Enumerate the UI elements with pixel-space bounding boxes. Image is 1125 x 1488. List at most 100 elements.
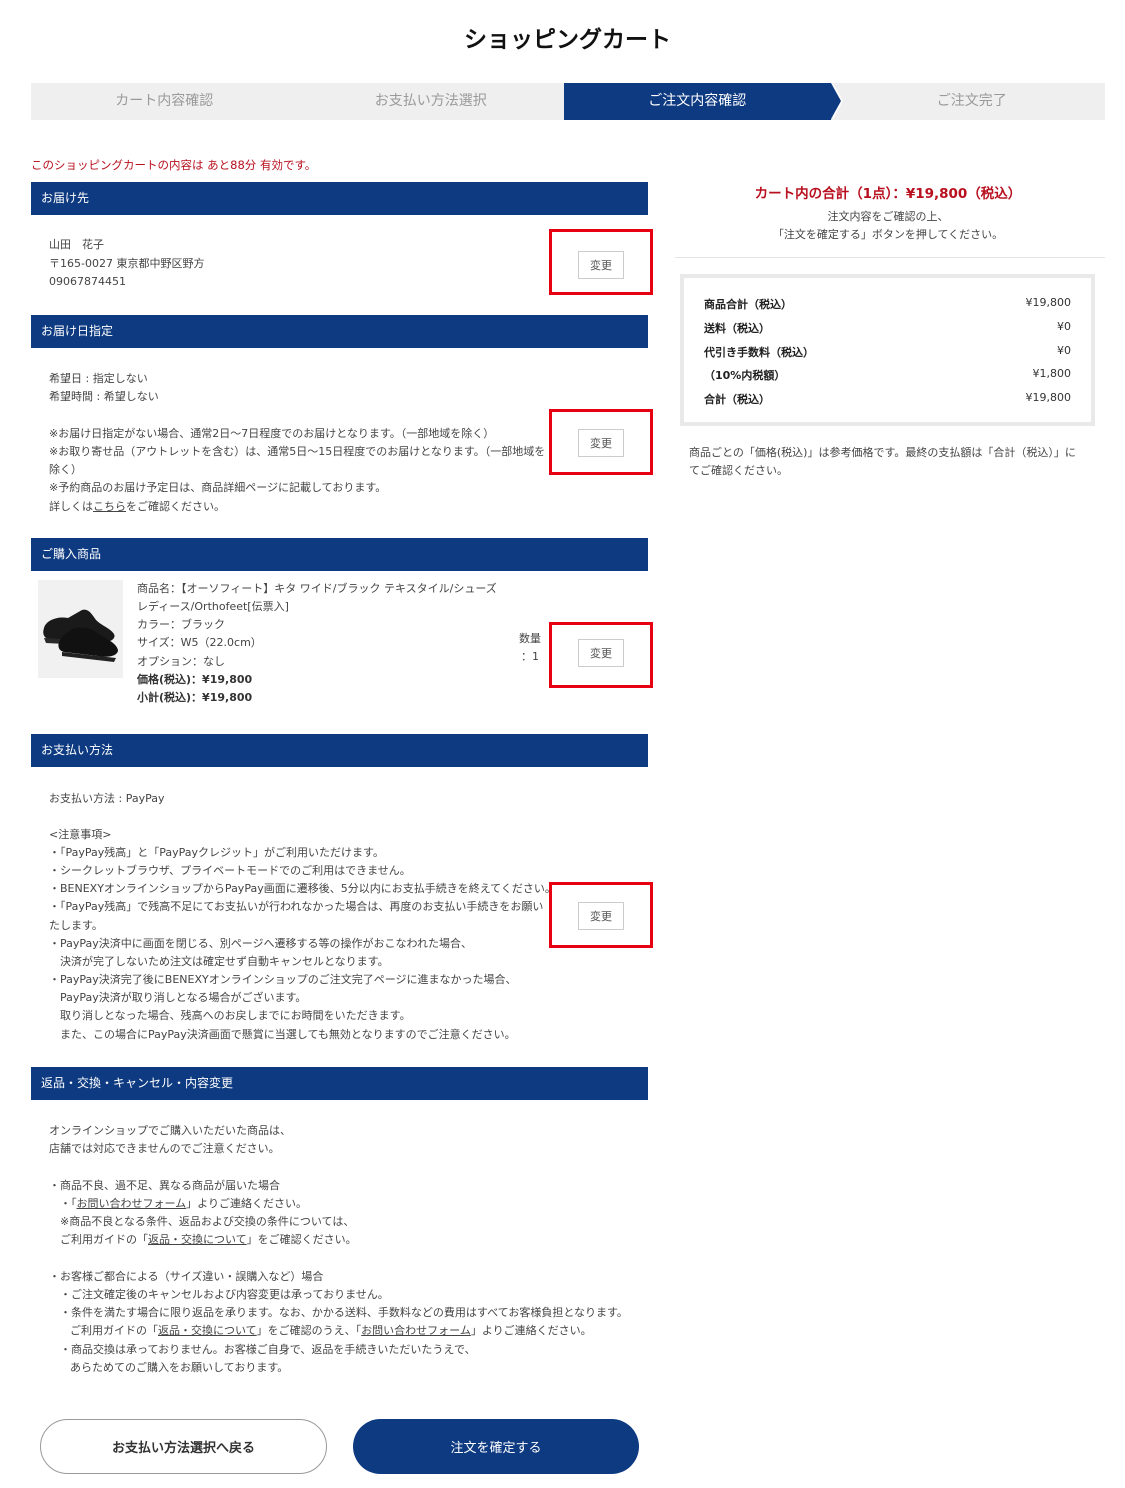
text: 」よりご連絡ください。: [186, 1197, 307, 1210]
shoe-image: [38, 580, 123, 678]
payment-notes-title: <注意事項>: [49, 828, 112, 841]
text: ご利用ガイドの「: [60, 1233, 148, 1246]
recipient-address: 〒165-0027 東京都中野区野方: [49, 257, 205, 270]
payment-note: 取り消しとなった場合、残高へのお戻しまでにお時間をいただきます。: [49, 1009, 411, 1022]
highlight-box: [549, 229, 653, 295]
payment-note: 決済が完了しないため注文は確定せず自動キャンセルとなります。: [49, 955, 389, 968]
payment-note: PayPay決済が取り消しとなる場合がございます。: [49, 991, 307, 1004]
back-to-payment-button[interactable]: お支払い方法選択へ戻る: [40, 1419, 327, 1474]
price-summary-box: 商品合計（税込） ¥19,800 送料（税込） ¥0 代引き手数料（税込） ¥0 （1…: [680, 274, 1095, 426]
delivery-note: ※お届け日指定がない場合、通常2日～7日程度でのお届けとなります。（一部地域を除…: [49, 427, 495, 440]
summary-label: 代引き手数料（税込）: [704, 346, 814, 359]
returns-guide-line: ご利用ガイドの「返品・交換について」をご確認のうえ、「お問い合わせフォーム」より…: [70, 1322, 592, 1340]
product-size: サイズ：W5（22.0cm）: [137, 636, 262, 649]
returns-text: ・ご注文確定後のキャンセルおよび内容変更は承っておりません。: [60, 1288, 389, 1301]
payment-note: ・「PayPay残高」で残高不足にてお支払いが行われなかった場合は、再度のお支払…: [49, 900, 544, 913]
returns-text: ・商品交換は承っておりません。お客様ご自身で、返品を手続きいただいたうえで、: [60, 1343, 476, 1356]
summary-label: （10%内税額）: [704, 369, 786, 382]
cart-total: カート内の合計（1点）：¥19,800（税込）: [754, 186, 1022, 202]
payment-note: ・PayPay決済中に画面を閉じる、別ページへ遷移する等の操作がおこなわれた場合…: [49, 937, 473, 950]
summary-value: ¥19,800: [1025, 391, 1072, 404]
product-color: カラー：ブラック: [137, 618, 225, 631]
returns-text: ・商品不良、過不足、異なる商品が届いた場合: [49, 1179, 280, 1192]
contact-form-link[interactable]: お問い合わせフォーム: [361, 1324, 471, 1337]
summary-footnote: 商品ごとの「価格(税込)」は参考価格です。最終の支払額は「合計（税込）」に: [689, 446, 1076, 459]
highlight-box: [549, 409, 653, 475]
product-subtotal: 小計(税込)：¥19,800: [137, 691, 253, 704]
summary-note: 「注文を確定する」ボタンを押してください。: [772, 228, 1004, 241]
quantity-label: 数量: [519, 632, 541, 645]
detail-link[interactable]: こちら: [93, 500, 126, 513]
delivery-detail-line: 詳しくはこちらをご確認ください。: [49, 498, 225, 516]
summary-row: （10%内税額） ¥1,800: [704, 367, 1071, 383]
payment-method: お支払い方法 : PayPay: [49, 792, 165, 805]
step-order-confirm: ご注文内容確認: [564, 83, 842, 120]
text: 」をご確認のうえ、「: [256, 1324, 362, 1337]
summary-label: 合計（税込）: [704, 393, 770, 406]
contact-form-link[interactable]: お問い合わせフォーム: [77, 1197, 187, 1210]
summary-value: ¥19,800: [1025, 296, 1072, 309]
quantity-value: ：1: [521, 650, 539, 663]
divider: [675, 257, 1105, 258]
step-payment-select: お支払い方法選択: [374, 93, 487, 109]
product-price: 価格(税込)：¥19,800: [137, 673, 253, 686]
summary-row: 商品合計（税込） ¥19,800: [704, 296, 1071, 312]
recipient-name: 山田 花子: [49, 238, 104, 251]
step-cart-review: カート内容確認: [115, 93, 214, 109]
summary-label: 商品合計（税込）: [704, 298, 792, 311]
checkout-steps: カート内容確認 お支払い方法選択 ご注文内容確認 ご注文完了: [31, 83, 1105, 120]
text: 」をご確認ください。: [246, 1233, 357, 1246]
page-title: ショッピングカート: [464, 27, 671, 53]
returns-guide-link[interactable]: 返品・交換について: [148, 1233, 247, 1246]
cart-expiry-notice: このショッピングカートの内容は あと88分 有効です。: [31, 158, 317, 172]
section-heading-products: ご購入商品: [31, 538, 648, 571]
summary-value: ¥0: [1057, 344, 1071, 357]
summary-note: 注文内容をご確認の上、: [827, 210, 949, 223]
section-heading-delivery: お届け先: [31, 182, 648, 215]
returns-text: ※商品不良となる条件、返品および交換の条件については、: [60, 1215, 355, 1228]
confirm-order-button[interactable]: 注文を確定する: [353, 1419, 639, 1474]
highlight-box: [549, 882, 653, 948]
detail-prefix: 詳しくは: [49, 500, 93, 513]
section-heading-returns: 返品・交換・キャンセル・内容変更: [31, 1067, 648, 1100]
returns-text: ・お客様ご都合による（サイズ違い・誤購入など）場合: [49, 1270, 324, 1283]
detail-suffix: をご確認ください。: [126, 500, 225, 513]
returns-text: 店舗では対応できませんのでご注意ください。: [49, 1142, 280, 1155]
returns-text: オンラインショップでご購入いただいた商品は、: [49, 1124, 291, 1137]
text: 」よりご連絡ください。: [470, 1324, 592, 1337]
step-order-complete: ご注文完了: [936, 93, 1007, 109]
recipient-phone: 09067874451: [49, 275, 126, 288]
product-name-cont: レディース/Orthofeet[伝票入]: [137, 600, 289, 613]
desired-date: 希望日 : 指定しない: [49, 372, 148, 385]
payment-note: ・シークレットブラウザ、プライベートモードでのご利用はできません。: [49, 864, 411, 877]
payment-note: また、この場合にPayPay決済画面で懸賞に当選しても無効となりますのでご注意く…: [49, 1028, 516, 1041]
summary-row: 合計（税込） ¥19,800: [704, 391, 1071, 407]
payment-note: たします。: [49, 919, 103, 932]
highlight-box: [549, 622, 653, 688]
returns-guide-line: ご利用ガイドの「返品・交換について」をご確認ください。: [60, 1231, 357, 1249]
summary-row: 送料（税込） ¥0: [704, 320, 1071, 336]
product-option: オプション：なし: [137, 655, 225, 668]
payment-note: ・「PayPay残高」と「PayPayクレジット」がご利用いただけます。: [49, 846, 384, 859]
text: ご利用ガイドの「: [70, 1324, 158, 1337]
summary-value: ¥0: [1057, 320, 1071, 333]
section-heading-payment: お支払い方法: [31, 734, 648, 767]
summary-value: ¥1,800: [1032, 367, 1072, 380]
returns-contact-line: ・「お問い合わせフォーム」よりご連絡ください。: [60, 1195, 307, 1213]
returns-guide-link[interactable]: 返品・交換について: [158, 1324, 257, 1337]
summary-footnote: てご確認ください。: [689, 464, 788, 477]
delivery-note: ※予約商品のお届け予定日は、商品詳細ページに記載しております。: [49, 481, 387, 494]
desired-time: 希望時間 : 希望しない: [49, 390, 159, 403]
delivery-note: 除く）: [49, 463, 82, 476]
section-heading-delivery-date: お届け日指定: [31, 315, 648, 348]
product-thumbnail[interactable]: [38, 580, 123, 678]
product-name[interactable]: 商品名：【オーソフィート】キタ ワイド/ブラック テキスタイル/シューズ: [137, 580, 497, 598]
delivery-note: ※お取り寄せ品（アウトレットを含む）は、通常5日～15日程度でのお届けとなります…: [49, 445, 546, 458]
payment-note: ・BENEXYオンラインショップからPayPay画面に遷移後、5分以内にお支払手…: [49, 882, 556, 895]
returns-text: ・条件を満たす場合に限り返品を承ります。なお、かかる送料、手数料などの費用はすべ…: [60, 1306, 628, 1319]
summary-label: 送料（税込）: [704, 322, 770, 335]
text: ・「: [60, 1197, 77, 1210]
returns-text: あらためてのご購入をお願いしております。: [70, 1361, 289, 1374]
payment-note: ・PayPay決済完了後にBENEXYオンラインショップのご注文完了ページに進ま…: [49, 973, 517, 986]
summary-row: 代引き手数料（税込） ¥0: [704, 344, 1071, 360]
